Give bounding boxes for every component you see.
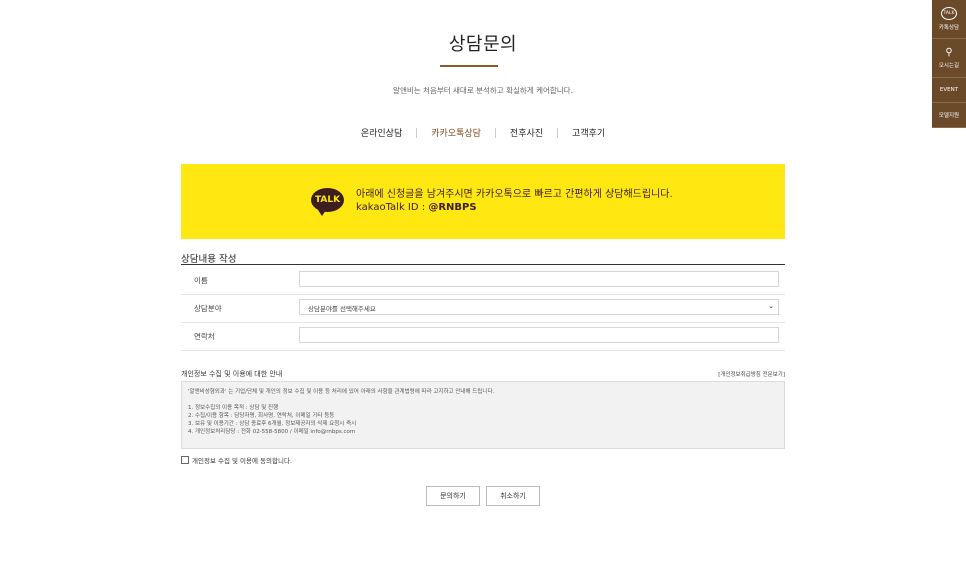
side-nav-label: 모델지원 (938, 113, 960, 119)
page-title: 상담문의 (448, 34, 518, 55)
submit-button[interactable]: 문의하기 (426, 486, 480, 506)
kakao-talk-icon: TALK (311, 188, 344, 216)
privacy-item: 1. 정보수집의 이용 목적 : 상담 및 진행 (188, 405, 279, 411)
side-nav: TALK 카톡상담 ⚲ 오시는길 EVENT 모델지원 (932, 0, 966, 128)
contact-input[interactable] (299, 327, 779, 343)
agree-row: 개인정보 수집 및 이용에 동의합니다. (181, 455, 292, 465)
kakao-id-value: @RNBPS (428, 202, 477, 213)
side-nav-label: EVENT (939, 87, 959, 93)
privacy-item: 4. 개인정보처리담당 : 전화 02-558-5800 / 이메일 info@… (188, 429, 356, 435)
privacy-policy-link[interactable]: [개인정보취급방침 전문보기] (710, 370, 785, 378)
side-nav-kakao-consult[interactable]: TALK 카톡상담 (932, 0, 966, 39)
banner-text: 아래에 신청글을 남겨주시면 카카오톡으로 빠르고 간편하게 상담해드립니다. … (356, 188, 673, 214)
name-label: 이름 (194, 276, 208, 285)
privacy-item: 3. 보유 및 이용기간 : 상담 종료후 6개월, 정보제공자의 삭제 요청시… (188, 421, 357, 427)
tab-before-after[interactable]: 전후사진 (496, 126, 557, 139)
form-section-rule (181, 264, 785, 265)
category-label: 상담분야 (194, 304, 222, 313)
side-nav-model[interactable]: 모델지원 (932, 103, 966, 128)
chevron-down-icon: ⌄ (768, 302, 774, 310)
page-subtitle: 알앤비는 처음부터 새대로 분석하고 확실하게 케어합니다. (393, 86, 573, 95)
form-row-category: 상담분야 상담분야를 선택해주세요 ⌄ (181, 294, 785, 323)
form-row-contact: 연락처 (181, 322, 785, 351)
banner-line1: 아래에 신청글을 남겨주시면 카카오톡으로 빠르고 간편하게 상담해드립니다. (356, 189, 673, 200)
tab-reviews[interactable]: 고객후기 (558, 126, 619, 139)
side-nav-directions[interactable]: ⚲ 오시는길 (932, 39, 966, 78)
tab-bar: 온라인상담 카카오톡상담 전후사진 고객후기 (0, 126, 966, 139)
privacy-item: 2. 수집/이용 항목 : 담당자명, 회사명, 연락처, 이메일 기타 등등 (188, 413, 335, 419)
location-icon: ⚲ (945, 47, 953, 58)
kakao-id-prefix: kakaoTalk ID : (356, 202, 429, 213)
side-nav-event[interactable]: EVENT (932, 78, 966, 103)
agree-label[interactable]: 개인정보 수집 및 이용에 동의합니다. (192, 455, 292, 465)
privacy-box[interactable]: '알앤비성형외과' 는 기업/단체 및 개인의 정보 수집 및 이용 등 처리에… (181, 381, 785, 449)
kakao-banner: TALK 아래에 신청글을 남겨주시면 카카오톡으로 빠르고 간편하게 상담해드… (181, 164, 785, 239)
tab-kakaotalk-consult[interactable]: 카카오톡상담 (417, 126, 495, 139)
privacy-intro: '알앤비성형외과' 는 기업/단체 및 개인의 정보 수집 및 이용 등 처리에… (188, 389, 495, 395)
banner-line2: kakaoTalk ID : @RNBPS (356, 201, 673, 214)
category-select[interactable]: 상담분야를 선택해주세요 ⌄ (299, 299, 779, 315)
name-input[interactable] (299, 271, 779, 287)
privacy-gap (188, 396, 778, 404)
form-section-title: 상담내용 작성 (181, 254, 237, 265)
contact-label: 연락처 (194, 332, 215, 341)
talk-icon: TALK (941, 7, 957, 20)
cancel-button[interactable]: 취소하기 (486, 486, 540, 506)
privacy-title: 개인정보 수집 및 이용에 대한 안내 (181, 370, 283, 378)
title-underline (440, 65, 498, 67)
tab-online-consult[interactable]: 온라인상담 (347, 126, 416, 139)
form-row-name: 이름 (181, 266, 785, 295)
side-nav-label: 카톡상담 (938, 25, 960, 31)
category-selected-value: 상담분야를 선택해주세요 (308, 305, 376, 313)
side-nav-label: 오시는길 (938, 63, 960, 69)
agree-checkbox[interactable] (181, 456, 189, 464)
